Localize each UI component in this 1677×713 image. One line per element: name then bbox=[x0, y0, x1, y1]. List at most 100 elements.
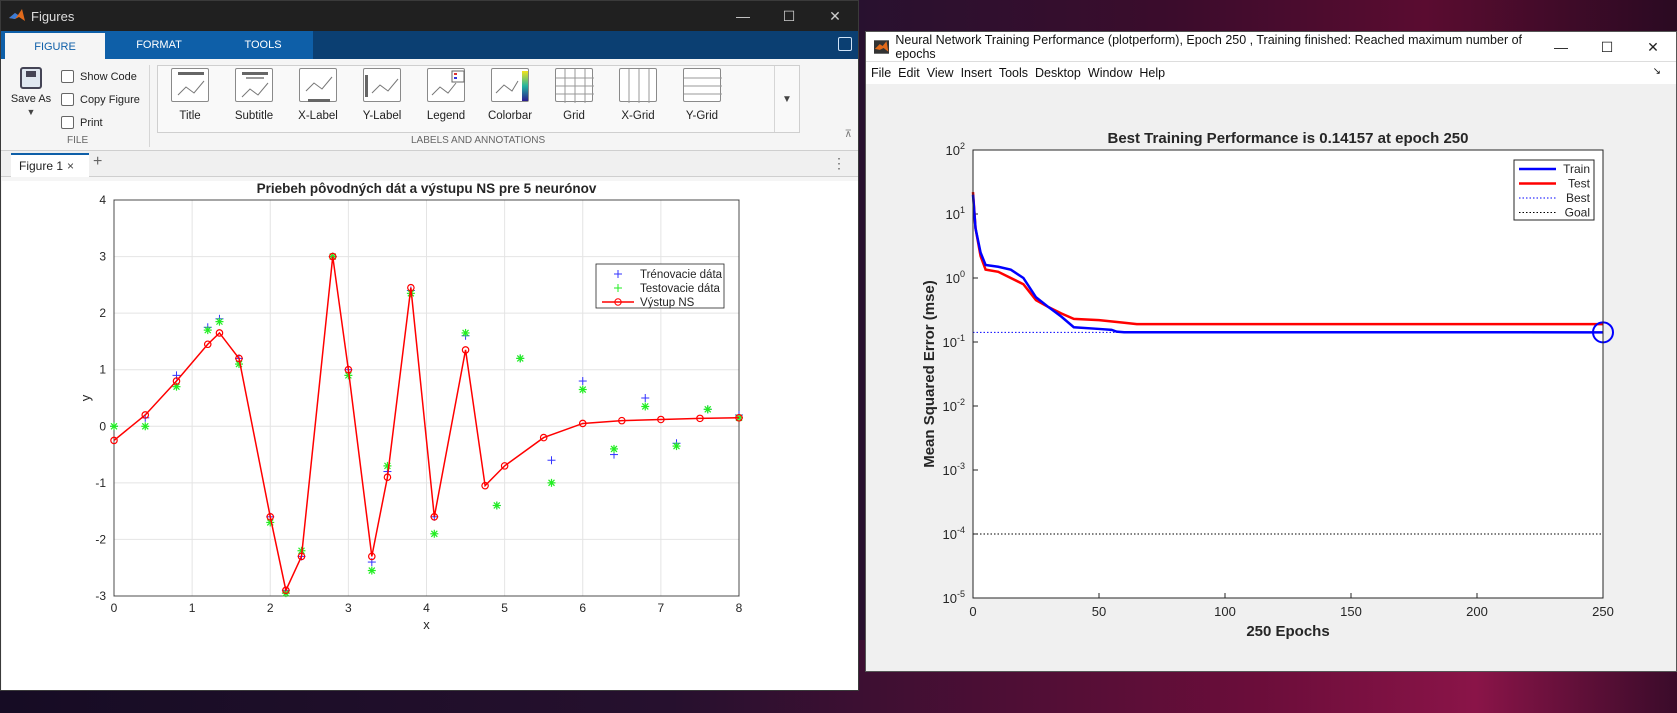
test-data-point bbox=[547, 478, 556, 487]
plot-2-xlabel: 250 Epochs bbox=[1246, 623, 1329, 640]
close-button[interactable]: ✕ bbox=[1630, 32, 1676, 62]
legend-label: Train bbox=[1563, 162, 1590, 176]
x-label-icon bbox=[299, 68, 337, 102]
y-grid-tool-label: Y-Grid bbox=[685, 110, 719, 122]
figure-canvas: 0 1 2 3 4 5 6 7 8 -3 -2 -1 0 1 2 3 4 Priebeh pôvodných dá… bbox=[2, 181, 858, 690]
tab-tools[interactable]: TOOLS bbox=[213, 31, 313, 59]
close-icon[interactable]: × bbox=[67, 159, 74, 173]
y-tick-label: 3 bbox=[99, 250, 106, 264]
print-button[interactable]: Print bbox=[61, 111, 140, 134]
ribbon-tabs: FIGURE FORMAT TOOLS bbox=[1, 31, 858, 59]
menu-insert[interactable]: Insert bbox=[961, 66, 992, 80]
maximize-button[interactable]: ☐ bbox=[766, 1, 812, 31]
copy-figure-label: Copy Figure bbox=[80, 93, 140, 106]
plot-1-xlabel: x bbox=[423, 617, 430, 632]
y-grid-tool[interactable]: Y-Grid bbox=[670, 68, 734, 122]
matlab-logo-icon bbox=[9, 9, 25, 21]
x-tick-label: 4 bbox=[423, 601, 430, 615]
gallery-more-icon[interactable]: ▼ bbox=[782, 94, 792, 105]
grid-tool-label: Grid bbox=[563, 110, 585, 122]
menu-window[interactable]: Window bbox=[1088, 66, 1132, 80]
test-data-point bbox=[215, 317, 224, 326]
menu-file[interactable]: File bbox=[871, 66, 891, 80]
x-tick-label: 5 bbox=[501, 601, 508, 615]
grid-icon bbox=[555, 68, 594, 103]
menu-tools[interactable]: Tools bbox=[999, 66, 1028, 80]
maximize-button[interactable]: ☐ bbox=[1584, 32, 1630, 62]
file-group: Show Code Copy Figure Print bbox=[61, 65, 140, 134]
chevron-down-icon: ▼ bbox=[26, 107, 36, 117]
copy-figure-button[interactable]: Copy Figure bbox=[61, 88, 140, 111]
x-tick-label: 50 bbox=[1092, 604, 1106, 619]
subtitle-icon bbox=[235, 68, 273, 102]
test-data-point bbox=[672, 442, 681, 451]
plot-1-title: Priebeh pôvodných dát a výstupu NS pre 5… bbox=[257, 181, 597, 196]
x-grid-icon bbox=[619, 68, 657, 103]
colorbar-tool[interactable]: Colorbar bbox=[478, 68, 542, 122]
nn-training-window: Neural Network Training Performance (plo… bbox=[865, 31, 1677, 672]
x-grid-tool[interactable]: X-Grid bbox=[606, 68, 670, 122]
y-tick-label: 102 bbox=[946, 141, 965, 158]
figure-tabs: Figure 1 × + ⋮ bbox=[1, 151, 858, 177]
tab-format[interactable]: FORMAT bbox=[105, 31, 213, 59]
test-data-point bbox=[383, 461, 392, 470]
figure-tab-label: Figure 1 bbox=[19, 159, 64, 173]
more-options-icon[interactable]: ⋮ bbox=[832, 155, 846, 172]
y-tick-label: 10-1 bbox=[943, 333, 965, 350]
y-tick-label: -2 bbox=[95, 532, 106, 546]
save-as-button[interactable]: Save As ▼ bbox=[9, 67, 53, 117]
y-tick-label: 2 bbox=[99, 306, 106, 320]
y-grid-icon bbox=[683, 68, 722, 102]
menu-help[interactable]: Help bbox=[1139, 66, 1165, 80]
subtitle-tool[interactable]: Subtitle bbox=[222, 68, 286, 122]
collapse-ribbon-icon[interactable]: ⊼ bbox=[845, 129, 852, 140]
y-tick-label: 0 bbox=[99, 419, 106, 433]
x-tick-label: 100 bbox=[1214, 604, 1236, 619]
y-label-tool-label: Y-Label bbox=[362, 110, 402, 122]
x-tick-label: 7 bbox=[658, 601, 665, 615]
y-tick-label: 101 bbox=[946, 205, 965, 222]
matlab-logo-icon bbox=[874, 39, 890, 54]
print-label: Print bbox=[80, 116, 103, 129]
test-data-point bbox=[703, 405, 712, 414]
toolbar-toggle-icon[interactable]: ↘ bbox=[1653, 66, 1661, 77]
grid-tool[interactable]: Grid bbox=[542, 68, 606, 122]
plot-1: 0 1 2 3 4 5 6 7 8 -3 -2 -1 0 1 2 3 4 Priebeh pôvodných dá… bbox=[78, 181, 743, 632]
legend-label: Test bbox=[1568, 177, 1591, 191]
plot-1-ylabel: y bbox=[78, 394, 93, 401]
title-tool[interactable]: Title bbox=[158, 68, 222, 122]
y-label-tool[interactable]: Y-Label bbox=[350, 68, 414, 122]
y-tick-label: -3 bbox=[95, 589, 106, 603]
figure-tab[interactable]: Figure 1 × bbox=[11, 153, 89, 177]
menu-desktop[interactable]: Desktop bbox=[1035, 66, 1081, 80]
legend-tool[interactable]: Legend bbox=[414, 68, 478, 122]
x-label-tool-label: X-Label bbox=[298, 110, 338, 122]
test-data-point bbox=[578, 385, 587, 394]
legend-label: Testovacie dáta bbox=[640, 283, 721, 295]
nn-window-title: Neural Network Training Performance (plo… bbox=[895, 32, 1523, 61]
minimize-button[interactable]: — bbox=[1538, 32, 1584, 62]
x-tick-label: 1 bbox=[189, 601, 196, 615]
add-tab-icon[interactable]: + bbox=[93, 153, 102, 171]
test-data-point bbox=[516, 354, 525, 363]
close-button[interactable]: ✕ bbox=[812, 1, 858, 31]
menu-edit[interactable]: Edit bbox=[898, 66, 920, 80]
x-tick-label: 0 bbox=[969, 604, 976, 619]
title-tool-label: Title bbox=[179, 110, 201, 122]
labels-group-label: LABELS AND ANNOTATIONS bbox=[411, 135, 546, 146]
legend-label: Best bbox=[1566, 191, 1591, 205]
nn-menu-bar: File Edit View Insert Tools Desktop Wind… bbox=[866, 62, 1676, 84]
dock-icon[interactable] bbox=[838, 37, 852, 51]
menu-view[interactable]: View bbox=[927, 66, 954, 80]
test-data-point bbox=[430, 529, 439, 538]
y-tick-label: 10-5 bbox=[943, 589, 965, 606]
show-code-checkbox[interactable]: Show Code bbox=[61, 65, 140, 88]
tab-figure[interactable]: FIGURE bbox=[5, 31, 105, 59]
x-grid-tool-label: X-Grid bbox=[621, 110, 655, 122]
legend-label: Výstup NS bbox=[640, 297, 695, 309]
printer-icon bbox=[61, 116, 74, 129]
x-label-tool[interactable]: X-Label bbox=[286, 68, 350, 122]
title-icon bbox=[171, 68, 209, 102]
minimize-button[interactable]: — bbox=[720, 1, 766, 31]
y-tick-label: 10-3 bbox=[943, 461, 965, 478]
